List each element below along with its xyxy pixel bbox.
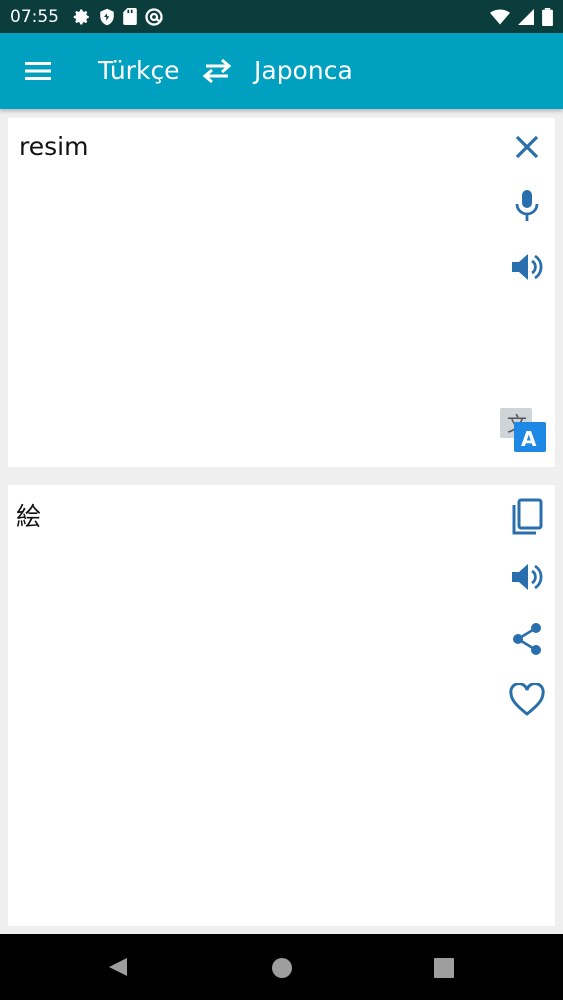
translate-icon[interactable]: 文 A xyxy=(500,408,548,454)
hamburger-menu-icon[interactable] xyxy=(22,57,54,85)
status-time: 07:55 xyxy=(10,6,59,27)
status-icons-left xyxy=(73,7,163,26)
navigation-bar xyxy=(0,934,563,1000)
close-icon[interactable] xyxy=(512,132,542,162)
copy-icon[interactable] xyxy=(508,497,546,537)
signal-icon xyxy=(518,8,534,25)
heart-icon[interactable] xyxy=(509,683,545,717)
output-text: 絵 xyxy=(16,502,42,531)
status-icons-right xyxy=(490,7,553,26)
wifi-icon xyxy=(490,9,510,24)
app-bar: Türkçe Japonca xyxy=(0,33,563,109)
at-sign-icon xyxy=(145,7,163,26)
gear-icon xyxy=(73,9,89,25)
svg-text:A: A xyxy=(521,427,537,451)
speaker-icon[interactable] xyxy=(510,251,544,283)
home-icon[interactable] xyxy=(271,957,293,983)
battery-icon xyxy=(542,7,553,26)
recents-icon[interactable] xyxy=(433,957,455,983)
input-card: resim 文 A xyxy=(8,118,555,467)
sd-card-icon xyxy=(123,8,137,25)
source-language-selector[interactable]: Türkçe xyxy=(98,55,180,87)
status-bar: 07:55 xyxy=(0,0,563,33)
back-icon[interactable] xyxy=(107,956,129,982)
microphone-icon[interactable] xyxy=(512,188,542,224)
share-icon[interactable] xyxy=(510,621,544,657)
shield-icon xyxy=(100,8,114,25)
input-text[interactable]: resim xyxy=(19,132,88,161)
output-card: 絵 xyxy=(8,485,555,926)
output-speaker-icon[interactable] xyxy=(510,561,544,593)
target-language-selector[interactable]: Japonca xyxy=(254,55,353,87)
swap-arrows-icon[interactable] xyxy=(200,57,234,85)
